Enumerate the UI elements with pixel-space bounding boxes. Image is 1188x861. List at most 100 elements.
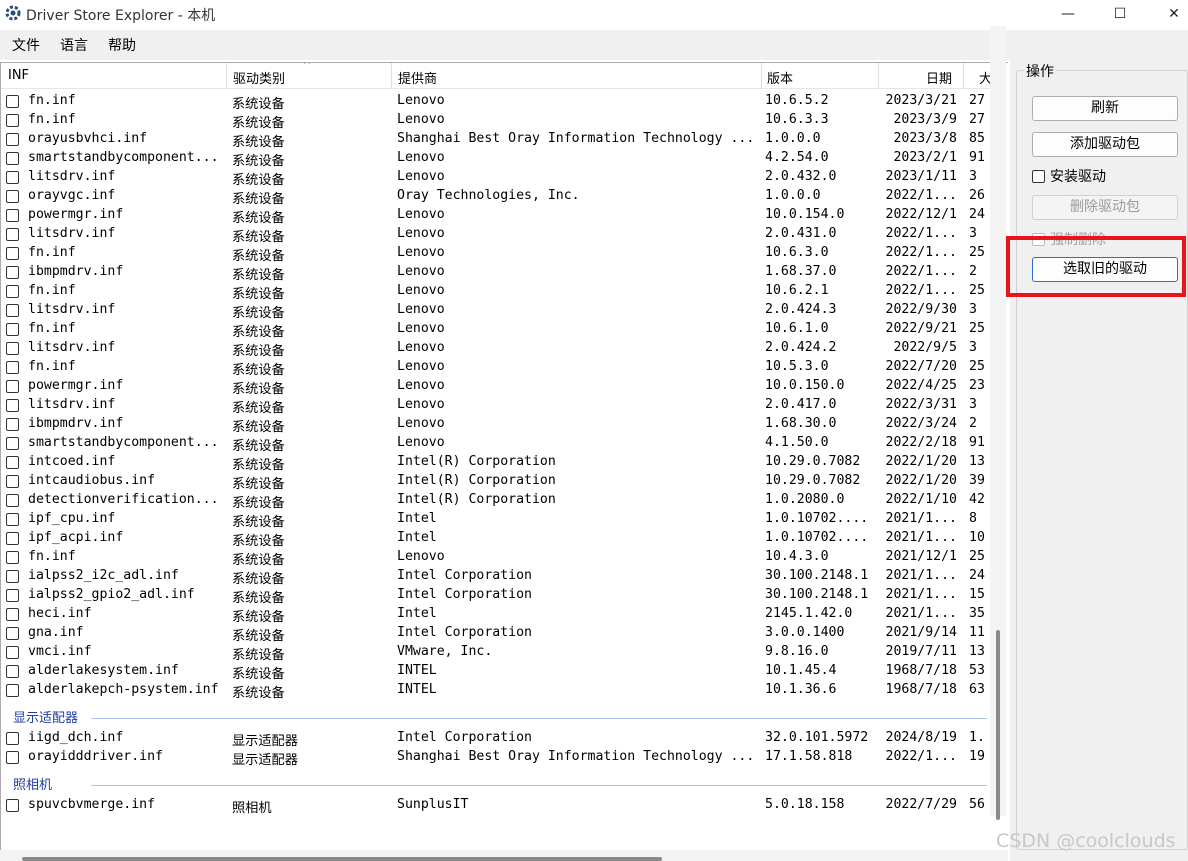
column-provider[interactable]: 提供商 [398,68,437,87]
table-row[interactable]: alderlakepch-psystem.inf 系统设备 INTEL 10.1.36… [1,681,991,701]
table-row[interactable]: vmci.inf 系统设备 VMware, Inc. 9.8.16.0 2019/7/1… [1,643,991,663]
table-row[interactable]: ipf_cpu.inf 系统设备 Intel 1.0.10702.... 2021/1.… [1,510,991,530]
table-row[interactable]: alderlakesystem.inf 系统设备 INTEL 10.1.45.4 196… [1,662,991,682]
table-row[interactable]: litsdrv.inf 系统设备 Lenovo 2.0.424.2 2022/9/5 3 [1,339,991,359]
table-row[interactable]: fn.inf 系统设备 Lenovo 10.4.3.0 2021/12/1 25 [1,548,991,568]
column-separator[interactable] [226,63,227,89]
table-row[interactable]: heci.inf 系统设备 Intel 2145.1.42.0 2021/1... 35 [1,605,991,625]
table-row[interactable]: litsdrv.inf 系统设备 Lenovo 2.0.431.0 2022/1... 3 [1,225,991,245]
delete-package-button[interactable]: 删除驱动包 [1032,195,1178,220]
row-checkbox[interactable] [6,475,19,488]
row-checkbox[interactable] [6,228,19,241]
install-driver-checkbox[interactable]: 安装驱动 [1032,166,1106,186]
add-package-button[interactable]: 添加驱动包 [1032,132,1178,157]
group-header[interactable]: 显示适配器 [1,705,987,727]
row-checkbox[interactable] [6,361,19,374]
cell-inf: fn.inf [28,283,76,298]
refresh-button[interactable]: 刷新 [1032,96,1178,121]
row-checkbox[interactable] [6,209,19,222]
row-checkbox[interactable] [6,665,19,678]
row-checkbox[interactable] [6,285,19,298]
table-row[interactable]: litsdrv.inf 系统设备 Lenovo 2.0.417.0 2022/3/31 3 [1,396,991,416]
table-row[interactable]: powermgr.inf 系统设备 Lenovo 10.0.150.0 2022/4/2… [1,377,991,397]
row-checkbox[interactable] [6,732,19,745]
table-row[interactable]: litsdrv.inf 系统设备 Lenovo 2.0.424.3 2022/9/30 3 [1,301,991,321]
table-row[interactable]: intcaudiobus.inf 系统设备 Intel(R) Corporation… [1,472,991,492]
table-row[interactable]: fn.inf 系统设备 Lenovo 10.6.3.0 2022/1... 25 [1,244,991,264]
maximize-button[interactable]: ☐ [1092,0,1148,28]
column-date[interactable]: 日期 [926,68,952,87]
row-checkbox[interactable] [6,418,19,431]
table-row[interactable]: smartstandbycomponent... 系统设备 Lenovo 4.2.54… [1,149,991,169]
checkbox-box[interactable] [1032,169,1045,183]
row-checkbox[interactable] [6,437,19,450]
table-row[interactable]: fn.inf 系统设备 Lenovo 10.6.3.3 2023/3/9 27 [1,111,991,131]
table-row[interactable]: powermgr.inf 系统设备 Lenovo 10.0.154.0 2022/12/… [1,206,991,226]
row-checkbox[interactable] [6,114,19,127]
row-checkbox[interactable] [6,589,19,602]
close-button[interactable]: ✕ [1146,0,1188,28]
table-row[interactable]: fn.inf 系统设备 Lenovo 10.6.1.0 2022/9/21 25 [1,320,991,340]
row-checkbox[interactable] [6,513,19,526]
row-checkbox[interactable] [6,684,19,697]
column-separator[interactable] [878,63,879,89]
table-row[interactable]: gna.inf 系统设备 Intel Corporation 3.0.0.1400 20… [1,624,991,644]
table-row[interactable]: iigd_dch.inf 显示适配器 Intel Corporation 32.0.1… [1,729,991,749]
row-checkbox[interactable] [6,304,19,317]
cell-version: 10.6.1.0 [765,321,829,336]
cell-size: 91 [969,150,985,165]
row-checkbox[interactable] [6,570,19,583]
row-checkbox[interactable] [6,380,19,393]
row-checkbox[interactable] [6,799,19,812]
row-checkbox[interactable] [6,95,19,108]
row-checkbox[interactable] [6,399,19,412]
vertical-scroll-thumb[interactable] [996,630,1000,820]
horizontal-scroll-thumb[interactable] [22,857,662,861]
table-row[interactable]: orayvgc.inf 系统设备 Oray Technologies, Inc. 1.… [1,187,991,207]
table-row[interactable]: intcoed.inf 系统设备 Intel(R) Corporation 10.29… [1,453,991,473]
column-separator[interactable] [963,63,964,89]
column-separator[interactable] [761,63,762,89]
row-checkbox[interactable] [6,342,19,355]
table-row[interactable]: orayusbvhci.inf 系统设备 Shanghai Best Oray In… [1,130,991,150]
table-row[interactable]: fn.inf 系统设备 Lenovo 10.6.5.2 2023/3/21 27 [1,92,991,112]
table-row[interactable]: ibmpmdrv.inf 系统设备 Lenovo 1.68.37.0 2022/1...… [1,263,991,283]
table-row[interactable]: detectionverification... 系统设备 Intel(R) Cor… [1,491,991,511]
menu-file[interactable]: 文件 [12,35,40,55]
table-row[interactable]: fn.inf 系统设备 Lenovo 10.6.2.1 2022/1... 25 [1,282,991,302]
menu-language[interactable]: 语言 [60,35,88,55]
table-row[interactable]: spuvcbvmerge.inf 照相机 SunplusIT 5.0.18.158 20… [1,796,991,816]
row-checkbox[interactable] [6,532,19,545]
driver-list[interactable]: INF 驱动类别 ^ 提供商 版本 日期 大 fn.inf 系统设备 Lenovo 1… [0,62,1008,861]
row-checkbox[interactable] [6,551,19,564]
row-checkbox[interactable] [6,494,19,507]
row-checkbox[interactable] [6,646,19,659]
table-row[interactable]: fn.inf 系统设备 Lenovo 10.5.3.0 2022/7/20 25 [1,358,991,378]
table-row[interactable]: ialpss2_gpio2_adl.inf 系统设备 Intel Corporati… [1,586,991,606]
row-checkbox[interactable] [6,323,19,336]
table-row[interactable]: smartstandbycomponent... 系统设备 Lenovo 4.1.50… [1,434,991,454]
table-row[interactable]: ialpss2_i2c_adl.inf 系统设备 Intel Corporation… [1,567,991,587]
column-version[interactable]: 版本 [767,68,793,87]
row-checkbox[interactable] [6,608,19,621]
minimize-button[interactable]: — [1040,0,1096,28]
column-separator[interactable] [391,63,392,89]
row-checkbox[interactable] [6,627,19,640]
row-checkbox[interactable] [6,133,19,146]
row-checkbox[interactable] [6,751,19,764]
row-checkbox[interactable] [6,266,19,279]
table-row[interactable]: litsdrv.inf 系统设备 Lenovo 2.0.432.0 2023/1/11 3 [1,168,991,188]
column-type[interactable]: 驱动类别 [233,68,285,87]
row-checkbox[interactable] [6,171,19,184]
row-checkbox[interactable] [6,456,19,469]
row-checkbox[interactable] [6,247,19,260]
cell-inf: powermgr.inf [28,207,124,222]
table-row[interactable]: ibmpmdrv.inf 系统设备 Lenovo 1.68.30.0 2022/3/24… [1,415,991,435]
table-row[interactable]: orayidddriver.inf 显示适配器 Shanghai Best Oray… [1,748,991,768]
row-checkbox[interactable] [6,190,19,203]
group-header[interactable]: 照相机 [1,772,987,794]
column-inf[interactable]: INF [8,68,29,83]
table-row[interactable]: ipf_acpi.inf 系统设备 Intel 1.0.10702.... 2021/1… [1,529,991,549]
row-checkbox[interactable] [6,152,19,165]
menu-help[interactable]: 帮助 [108,35,136,55]
